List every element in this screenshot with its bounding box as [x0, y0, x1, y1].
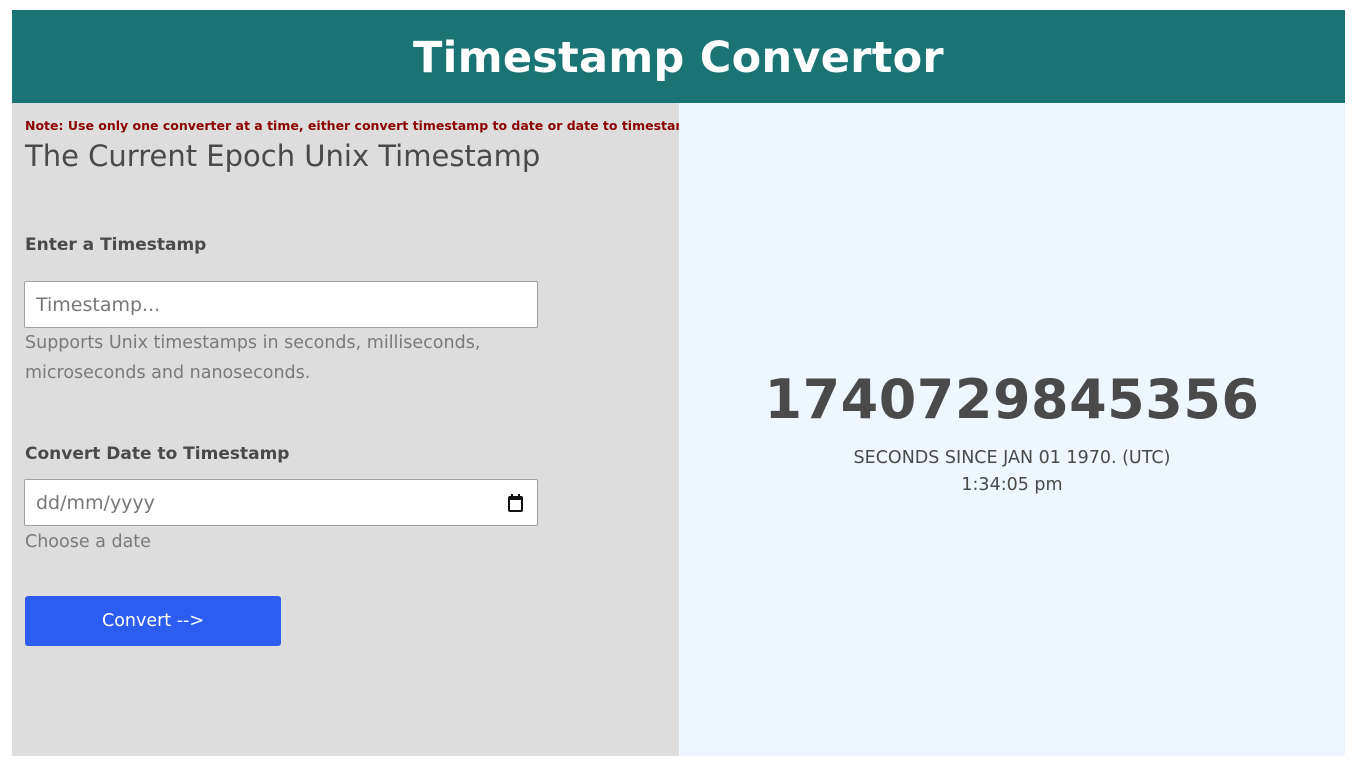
current-epoch-heading: The Current Epoch Unix Timestamp	[25, 139, 541, 173]
page-title: Timestamp Convertor	[413, 32, 944, 83]
date-placeholder: dd/mm/yyyy	[36, 491, 155, 514]
date-help-text: Choose a date	[25, 532, 151, 552]
timestamp-help-text: Supports Unix timestamps in seconds, mil…	[25, 333, 481, 383]
epoch-time: 1:34:05 pm	[961, 475, 1063, 495]
epoch-block: 1740729845356 SECONDS SINCE JAN 01 1970.…	[679, 368, 1345, 499]
timestamp-input[interactable]	[36, 293, 526, 316]
timestamp-field-wrapper	[24, 281, 538, 328]
content-panels: Note: Use only one converter at a time, …	[12, 103, 1345, 756]
epoch-display-panel: 1740729845356 SECONDS SINCE JAN 01 1970.…	[679, 103, 1345, 756]
converter-panel: Note: Use only one converter at a time, …	[12, 103, 702, 756]
usage-note: Note: Use only one converter at a time, …	[25, 118, 703, 133]
timestamp-section-label: Enter a Timestamp	[25, 235, 207, 255]
convert-button[interactable]: Convert -->	[25, 596, 281, 646]
calendar-icon[interactable]	[507, 493, 524, 512]
date-input[interactable]: dd/mm/yyyy	[24, 479, 538, 526]
header-bar: Timestamp Convertor	[12, 10, 1345, 103]
epoch-value: 1740729845356	[764, 368, 1260, 431]
date-section-label: Convert Date to Timestamp	[25, 444, 290, 464]
timestamp-converter-app: Timestamp Convertor Note: Use only one c…	[12, 10, 1345, 756]
epoch-caption: SECONDS SINCE JAN 01 1970. (UTC)	[853, 448, 1171, 468]
